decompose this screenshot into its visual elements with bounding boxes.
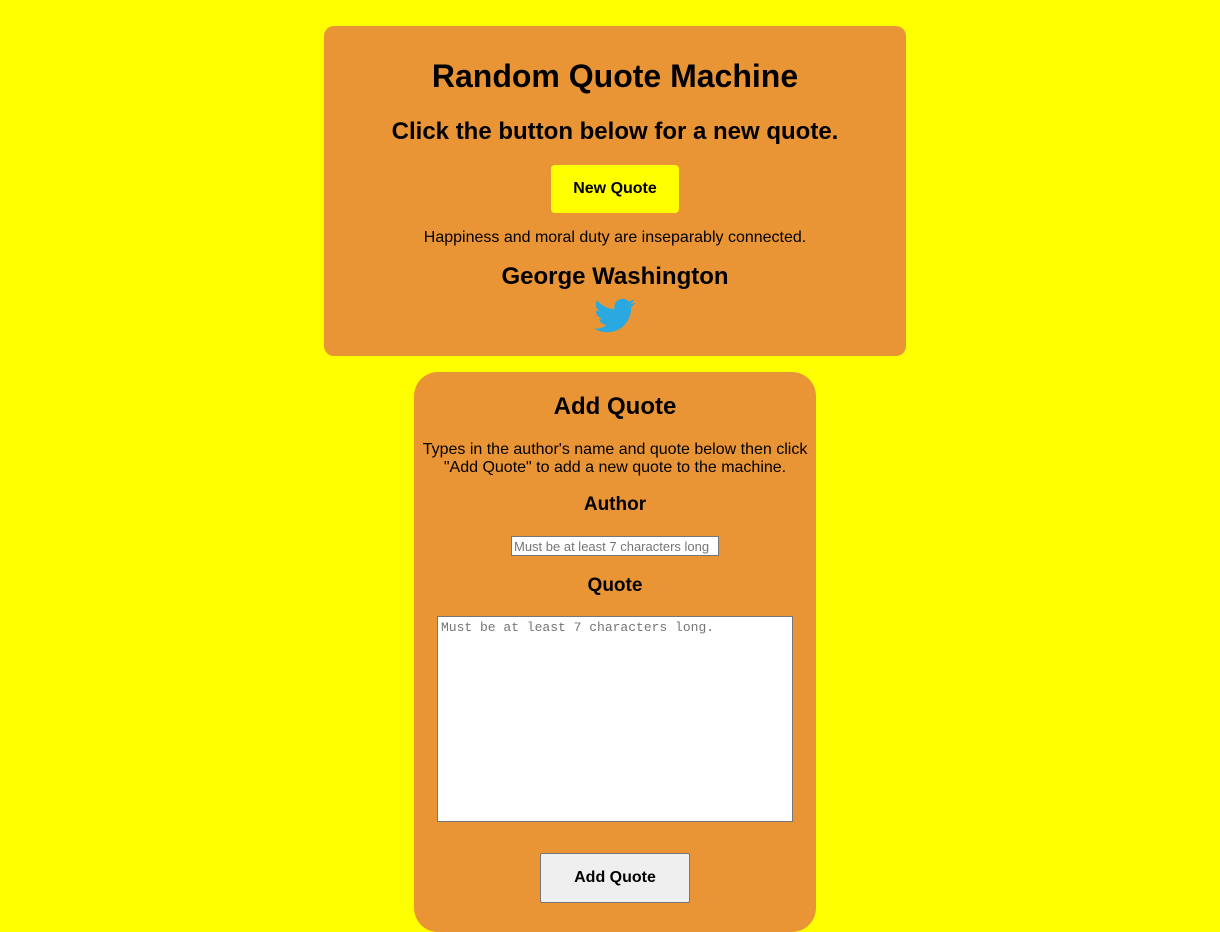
quote-text: Happiness and moral duty are inseparably… bbox=[423, 229, 807, 246]
quote-textarea[interactable] bbox=[437, 616, 793, 822]
page-title: Random Quote Machine bbox=[431, 58, 799, 94]
quote-label: Quote bbox=[587, 575, 643, 596]
twitter-share-link[interactable] bbox=[594, 297, 636, 335]
page-subtitle: Click the button below for a new quote. bbox=[391, 118, 839, 145]
add-quote-instructions: Types in the author's name and quote bel… bbox=[422, 441, 808, 476]
add-quote-card: Add Quote Types in the author's name and… bbox=[414, 372, 816, 932]
twitter-bird-icon bbox=[594, 298, 636, 333]
new-quote-button[interactable]: New Quote bbox=[551, 165, 679, 213]
author-input[interactable] bbox=[511, 536, 719, 556]
quote-card: Random Quote Machine Click the button be… bbox=[324, 26, 906, 356]
author-label: Author bbox=[583, 494, 647, 515]
add-quote-title: Add Quote bbox=[553, 393, 677, 420]
add-quote-button[interactable]: Add Quote bbox=[540, 853, 690, 903]
quote-author: George Washington bbox=[501, 263, 729, 290]
